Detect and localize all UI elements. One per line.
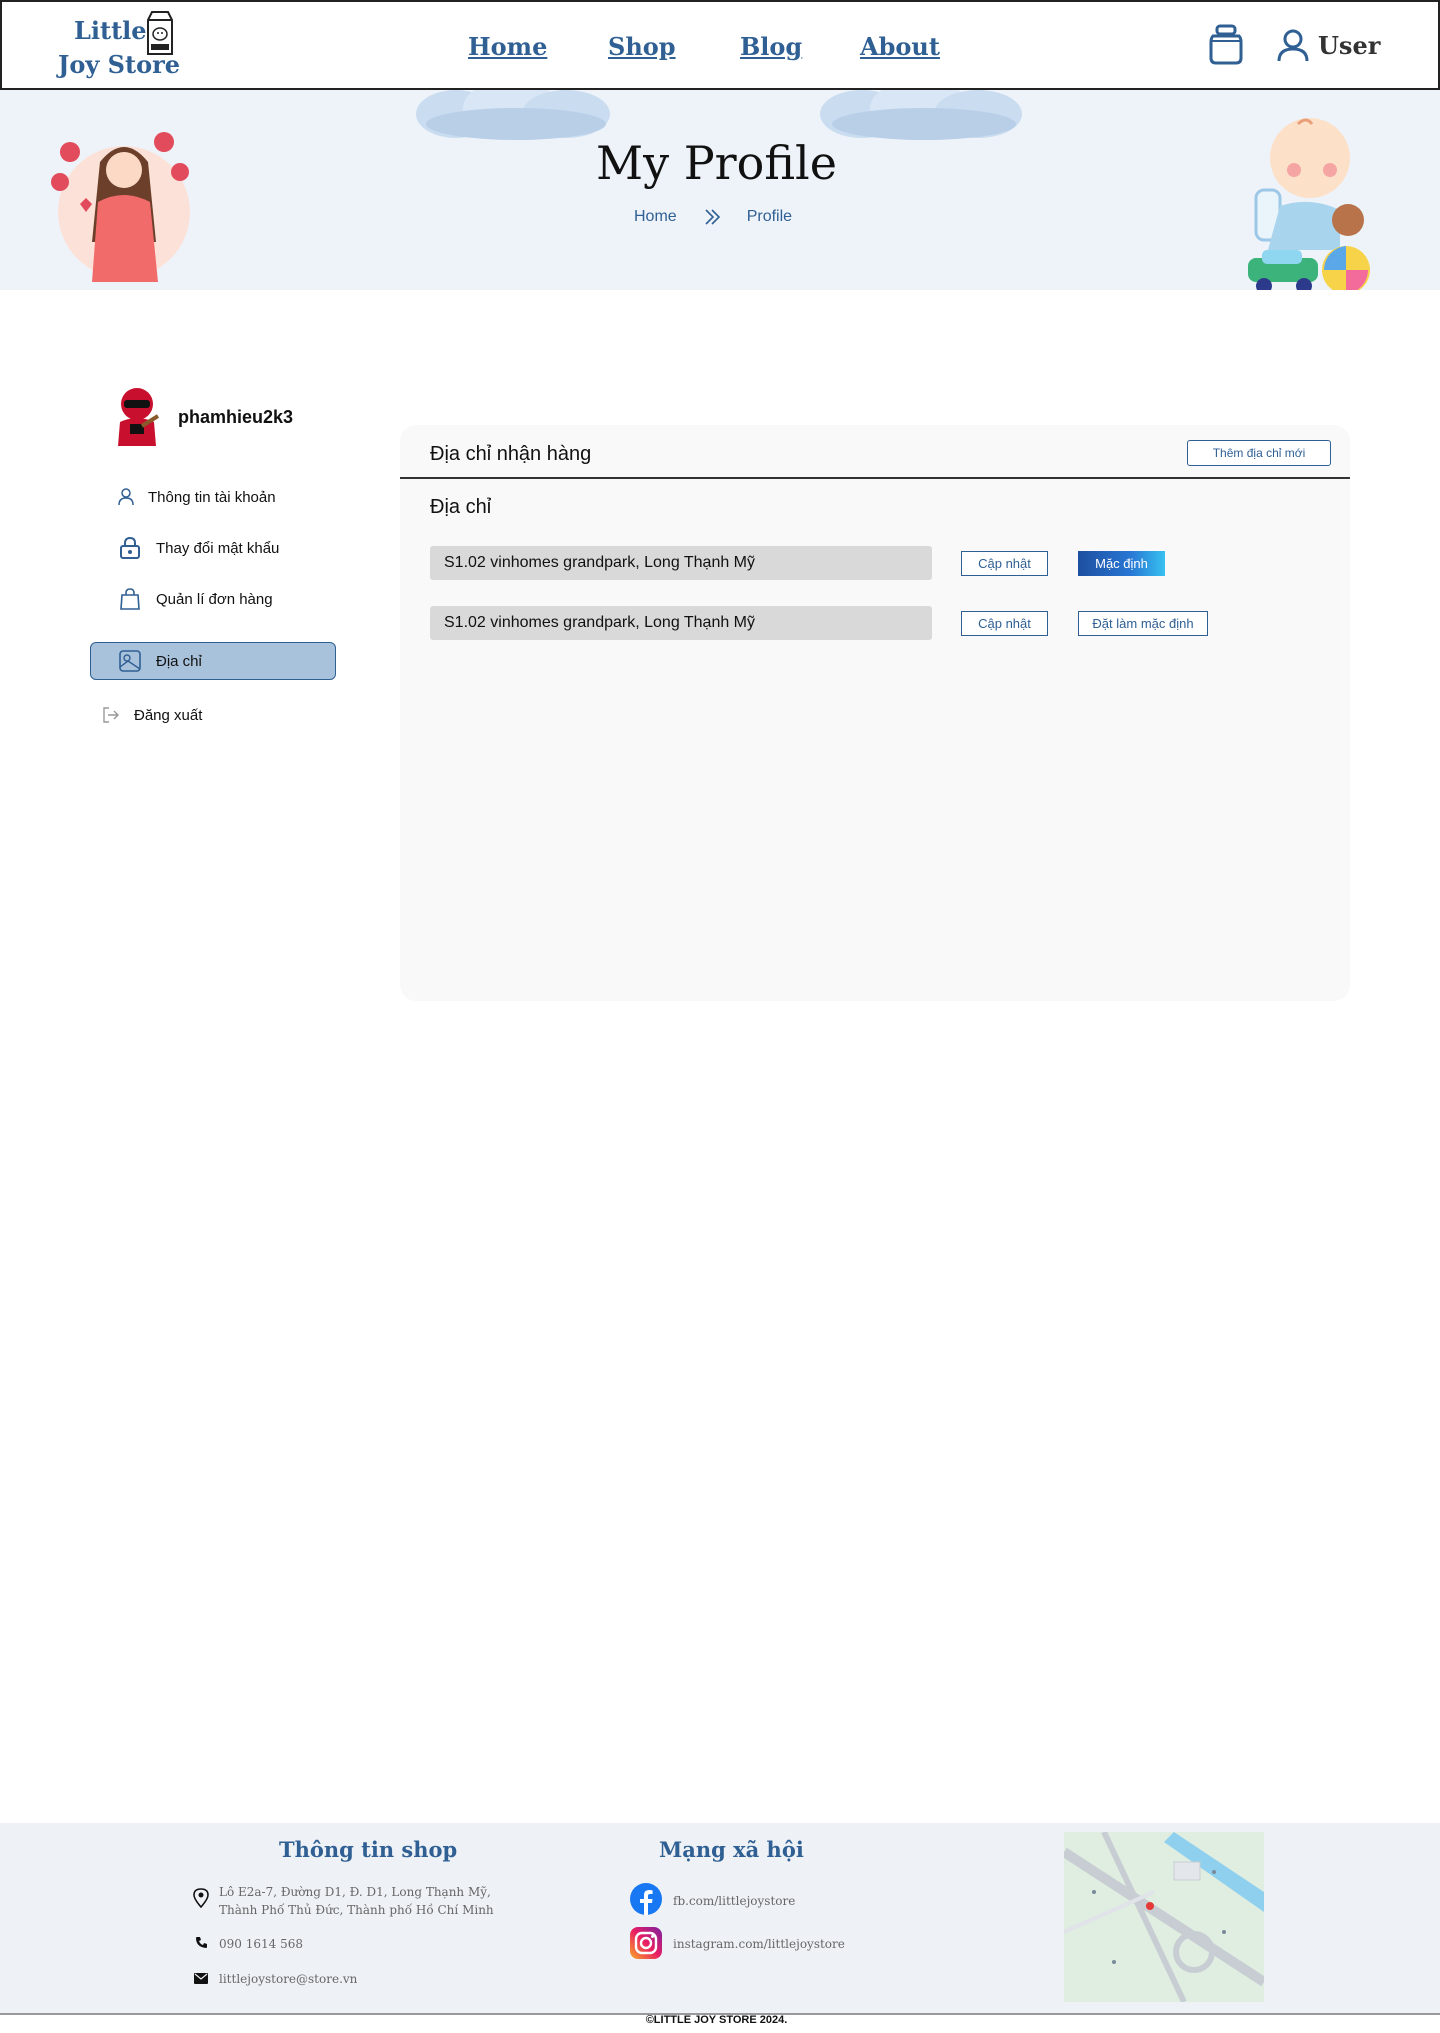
sidebar-item-label: Thông tin tài khoản [148, 488, 276, 506]
double-chevron-right-icon [705, 209, 720, 225]
breadcrumb-home[interactable]: Home [634, 208, 677, 226]
breadcrumb: Home Profile [634, 208, 792, 226]
address-line1: Lô E2a-7, Đường D1, Đ. D1, Long Thạnh Mỹ… [219, 1885, 491, 1899]
logo-line1: Little [74, 16, 147, 45]
user-menu[interactable]: User [1276, 28, 1380, 62]
lock-icon [120, 536, 140, 559]
sidebar-item-address[interactable]: Địa chỉ [118, 649, 202, 673]
phone-icon [196, 1937, 207, 1948]
username: phamhieu2k3 [178, 406, 294, 427]
phone-number: 090 1614 568 [219, 1937, 303, 1951]
user-icon [1277, 29, 1309, 62]
social-title: Mạng xã hội [659, 1837, 804, 1862]
baby-illustration [1248, 118, 1370, 290]
address-row: Cập nhật Đặt làm mặc định [430, 606, 1210, 640]
avatar[interactable] [112, 386, 162, 448]
update-button[interactable]: Cập nhật [961, 551, 1048, 576]
add-address-button[interactable]: Thêm địa chỉ mới [1187, 440, 1331, 466]
site-footer: Thông tin shop Lô E2a-7, Đường D1, Đ. D1… [0, 1823, 1440, 2015]
address-row: Cập nhật Mặc định [430, 546, 1210, 580]
nav-blog[interactable]: Blog [740, 32, 802, 61]
sidebar-item-label: Quản lí đơn hàng [156, 590, 273, 608]
nav-shop[interactable]: Shop [608, 32, 676, 61]
logout-icon [103, 707, 119, 723]
page-banner: My Profile Home Profile [0, 90, 1440, 290]
milk-carton-icon [147, 11, 173, 55]
address-field[interactable] [430, 606, 932, 640]
profile-header: phamhieu2k3 [112, 386, 293, 448]
sidebar-item-orders[interactable]: Quản lí đơn hàng [118, 587, 273, 611]
sidebar-item-change-password[interactable]: Thay đổi mật khẩu [118, 536, 279, 560]
nav-about[interactable]: About [860, 32, 940, 61]
breadcrumb-profile: Profile [746, 208, 793, 225]
sidebar-item-account-info[interactable]: Thông tin tài khoản [118, 488, 276, 506]
card-title: Địa chỉ nhận hàng [430, 443, 592, 465]
section-title: Địa chỉ [430, 496, 492, 518]
shop-info-title: Thông tin shop [279, 1837, 458, 1862]
shopping-bag-icon [120, 588, 140, 610]
sidebar-item-label: Địa chỉ [156, 652, 202, 670]
store-map[interactable] [1064, 1832, 1264, 2002]
mail-icon [194, 1973, 208, 1984]
address-line2: Thành Phố Thủ Đức, Thành phố Hồ Chí Minh [219, 1903, 494, 1917]
address-field[interactable] [430, 546, 932, 580]
user-icon [118, 488, 134, 506]
set-default-button[interactable]: Đặt làm mặc định [1078, 611, 1208, 636]
user-label: User [1318, 30, 1381, 60]
sidebar-item-label: Đăng xuất [134, 706, 203, 724]
sidebar-item-logout[interactable]: Đăng xuất [102, 706, 202, 724]
logo[interactable]: Little Joy Store [58, 10, 188, 84]
site-header: Little Joy Store Home Shop Blog About Us… [0, 0, 1440, 90]
map-icon [119, 650, 141, 672]
default-badge-button[interactable]: Mặc định [1078, 551, 1165, 576]
update-button[interactable]: Cập nhật [961, 611, 1048, 636]
location-pin-icon [193, 1888, 209, 1908]
instagram-link[interactable]: instagram.com/littlejoystore [673, 1935, 845, 1953]
facebook-icon[interactable] [630, 1883, 662, 1915]
divider [400, 477, 1350, 479]
sidebar-item-label: Thay đổi mật khẩu [156, 539, 280, 557]
copyright: ©LITTLE JOY STORE 2024. [645, 2014, 788, 2026]
instagram-icon[interactable] [630, 1927, 662, 1959]
nav-home[interactable]: Home [468, 32, 547, 61]
page-title: My Profile [596, 136, 837, 190]
cart-icon[interactable] [1208, 24, 1244, 66]
address-card: Địa chỉ nhận hàng Thêm địa chỉ mới Địa c… [400, 425, 1350, 1001]
email-link[interactable]: littlejoystore@store.vn [219, 1970, 357, 1988]
facebook-link[interactable]: fb.com/littlejoystore [673, 1892, 795, 1910]
